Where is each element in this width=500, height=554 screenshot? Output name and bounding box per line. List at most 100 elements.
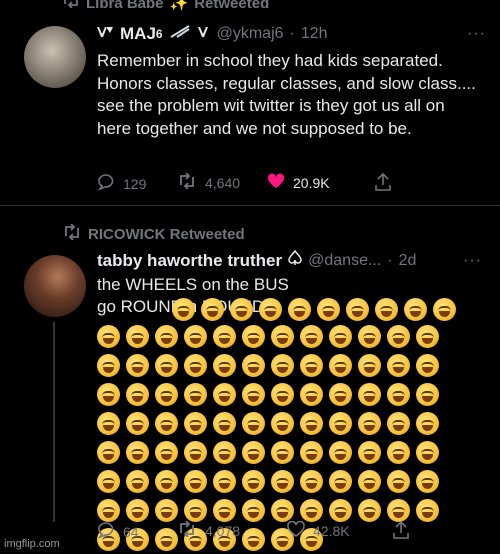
laughing-emoji (97, 383, 120, 406)
laughing-emoji (416, 412, 439, 435)
retweet-banner-label[interactable]: RICOWICK Retweeted (88, 226, 245, 243)
laughing-emoji (300, 412, 323, 435)
share-icon (375, 172, 391, 194)
laughing-emoji (155, 470, 178, 493)
separator-dot: · (387, 251, 393, 269)
laughing-emoji (97, 441, 120, 464)
laughing-emoji (300, 354, 323, 377)
laughing-emoji (416, 354, 439, 377)
laughing-emoji (155, 441, 178, 464)
more-options-icon[interactable]: ··· (463, 252, 482, 270)
tweet1-header: MAJ 6 @ykmaj6 · 12h ··· (96, 24, 486, 44)
bird-icon (169, 24, 191, 44)
verified-icon-2 (197, 25, 211, 44)
laughing-emoji (271, 354, 294, 377)
laughing-emoji (300, 499, 323, 522)
laughing-emoji (358, 354, 381, 377)
laughing-emoji (184, 325, 207, 348)
laughing-emoji (213, 441, 236, 464)
verified-icon (96, 25, 114, 44)
name-superscript: 6 (155, 27, 163, 41)
laughing-emoji (317, 298, 340, 321)
share-icon (393, 520, 409, 542)
laughing-emoji (126, 354, 149, 377)
emoji-block (97, 296, 477, 551)
share-button[interactable] (375, 172, 391, 194)
display-name[interactable]: MAJ (120, 24, 156, 44)
laughing-emoji (300, 470, 323, 493)
laughing-emoji (213, 412, 236, 435)
laughing-emoji (184, 383, 207, 406)
laughing-emoji (126, 470, 149, 493)
laughing-emoji (97, 470, 120, 493)
laughing-emoji (416, 441, 439, 464)
timestamp[interactable]: 12h (301, 25, 328, 43)
heart-filled-icon (267, 173, 285, 192)
retweet-icon (62, 223, 82, 244)
laughing-emoji (329, 383, 352, 406)
laughing-emoji (259, 298, 282, 321)
tweet1-actions: 129 4,640 20.9K (97, 172, 417, 194)
laughing-emoji (213, 499, 236, 522)
laughing-emoji (126, 383, 149, 406)
more-options-icon[interactable]: ··· (467, 25, 486, 43)
reply-button[interactable]: 64 (97, 521, 139, 542)
retweet-icon (177, 172, 197, 192)
laughing-emoji (184, 354, 207, 377)
timestamp[interactable]: 2d (399, 252, 417, 270)
handle[interactable]: @danse... (308, 252, 381, 270)
laughing-emoji (213, 354, 236, 377)
retweet-icon (62, 0, 80, 12)
retweet-banner: RICOWICK Retweeted (62, 223, 245, 244)
reply-icon (97, 173, 115, 194)
laughing-emoji (155, 383, 178, 406)
laughing-emoji (271, 383, 294, 406)
thread-line (53, 322, 55, 522)
laughing-emoji (358, 470, 381, 493)
laughing-emoji (126, 412, 149, 435)
laughing-emoji (230, 298, 253, 321)
avatar[interactable] (24, 255, 86, 317)
laughing-emoji (300, 441, 323, 464)
retweet-count: 4,640 (205, 174, 241, 191)
emoji-grid (97, 325, 442, 554)
tweet-text: Remember in school they had kids separat… (97, 51, 476, 138)
laughing-emoji (416, 470, 439, 493)
laughing-emoji (387, 499, 410, 522)
laughing-emoji (375, 298, 398, 321)
reply-button[interactable]: 129 (97, 173, 146, 194)
like-count: 42.8K (313, 522, 350, 539)
laughing-emoji (242, 470, 265, 493)
reply-count: 129 (123, 175, 147, 192)
handle[interactable]: @ykmaj6 (217, 25, 284, 43)
laughing-emoji (242, 354, 265, 377)
laughing-emoji (242, 499, 265, 522)
laughing-emoji (387, 412, 410, 435)
retweet-button[interactable]: 4,078 (177, 520, 240, 540)
like-button[interactable]: 20.9K (267, 173, 330, 192)
share-button[interactable] (393, 520, 409, 542)
laughing-emoji (300, 383, 323, 406)
laughing-emoji (155, 325, 178, 348)
like-button[interactable]: 42.8K (287, 520, 350, 540)
laughing-emoji (242, 383, 265, 406)
laughing-emoji (329, 412, 352, 435)
laughing-emoji (416, 325, 439, 348)
laughing-emoji (126, 441, 149, 464)
retweeter-name[interactable]: Libra Babe (86, 0, 164, 12)
laughing-emoji (387, 325, 410, 348)
laughing-emoji (242, 412, 265, 435)
laughing-emoji (155, 354, 178, 377)
laughing-emoji (329, 441, 352, 464)
laughing-emoji (358, 499, 381, 522)
sparkle-emoji: ✨ (169, 0, 189, 12)
laughing-emoji (329, 470, 352, 493)
laughing-emoji (404, 298, 427, 321)
retweet-button[interactable]: 4,640 (177, 172, 241, 192)
avatar[interactable] (24, 26, 86, 88)
laughing-emoji (126, 499, 149, 522)
emoji-first-row (172, 298, 459, 324)
laughing-emoji (271, 499, 294, 522)
laughing-emoji (184, 470, 207, 493)
display-name[interactable]: tabby haworthe truther (97, 251, 282, 271)
